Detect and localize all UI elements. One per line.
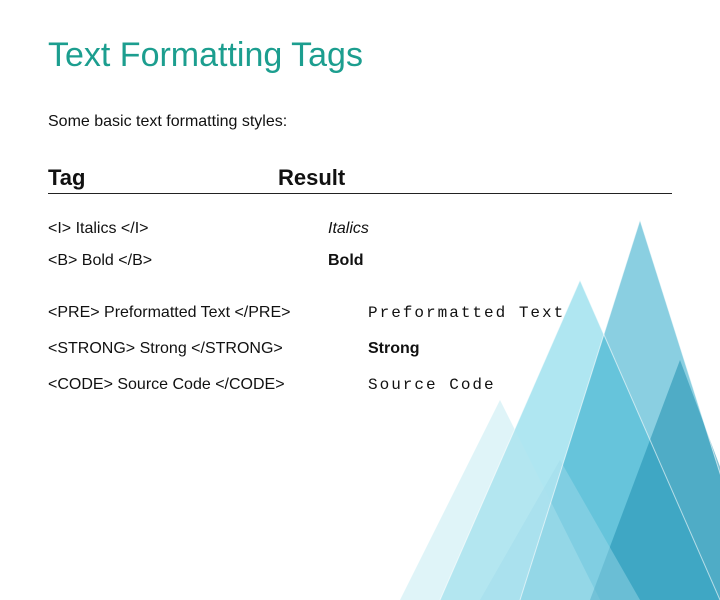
cell-result-italics: Italics bbox=[328, 220, 369, 238]
table-header-row: Tag Result bbox=[48, 165, 672, 194]
cell-tag: <CODE> Source Code </CODE> bbox=[48, 376, 368, 394]
slide-title: Text Formatting Tags bbox=[48, 36, 672, 75]
cell-tag: <I> Italics </I> bbox=[48, 220, 328, 238]
header-tag: Tag bbox=[48, 165, 278, 191]
table-row: <STRONG> Strong </STRONG> Strong bbox=[48, 340, 672, 358]
header-result: Result bbox=[278, 165, 345, 191]
table-row: <I> Italics </I> Italics bbox=[48, 220, 672, 238]
cell-tag: <PRE> Preformatted Text </PRE> bbox=[48, 304, 368, 322]
cell-tag: <B> Bold </B> bbox=[48, 252, 328, 270]
group-basic: <I> Italics </I> Italics <B> Bold </B> B… bbox=[48, 220, 672, 270]
cell-result-bold: Bold bbox=[328, 252, 364, 270]
cell-tag: <STRONG> Strong </STRONG> bbox=[48, 340, 368, 358]
group-extended: <PRE> Preformatted Text </PRE> Preformat… bbox=[48, 304, 672, 394]
table-row: <PRE> Preformatted Text </PRE> Preformat… bbox=[48, 304, 672, 322]
table-row: <CODE> Source Code </CODE> Source Code bbox=[48, 376, 672, 394]
table-row: <B> Bold </B> Bold bbox=[48, 252, 672, 270]
cell-result-strong: Strong bbox=[368, 340, 420, 358]
slide-subtitle: Some basic text formatting styles: bbox=[48, 113, 672, 131]
cell-result-pre: Preformatted Text bbox=[368, 304, 565, 322]
cell-result-code: Source Code bbox=[368, 376, 496, 394]
